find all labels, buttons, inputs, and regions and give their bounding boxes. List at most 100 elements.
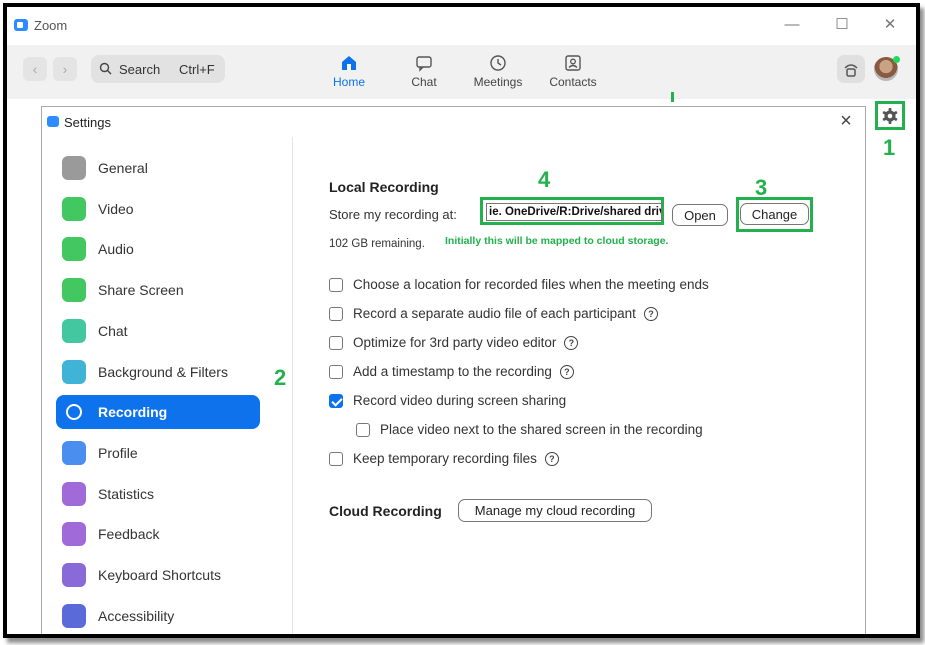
- wave-icon: [844, 64, 858, 77]
- annotation-tick: [671, 92, 674, 102]
- sidebar-item-recording[interactable]: Recording: [56, 395, 260, 430]
- video-icon: [62, 196, 86, 221]
- help-icon[interactable]: ?: [643, 307, 658, 322]
- keyboard-shortcuts-icon: [62, 563, 86, 587]
- zoom-window: Zoom — ☐ ✕ ‹ › Search Ctrl+F Home Chat M…: [3, 3, 920, 638]
- sidebar-item-label: Recording: [98, 404, 168, 421]
- recording-path-highlight: ie. OneDrive/R:Drive/shared drive: [480, 197, 664, 225]
- tab-meetings[interactable]: Meetings: [463, 53, 533, 89]
- annotation-2: 2: [274, 365, 287, 390]
- sidebar-item-share-screen[interactable]: Share Screen: [56, 273, 260, 307]
- option-label: Record video during screen sharing: [353, 393, 567, 408]
- sidebar-item-label: Share Screen: [98, 282, 184, 299]
- feedback-icon: [62, 522, 86, 547]
- tab-home-label: Home: [332, 75, 365, 89]
- cloud-recording-title: Cloud Recording: [329, 503, 442, 519]
- storage-remaining: 102 GB remaining.: [329, 238, 425, 250]
- top-toolbar: ‹ › Search Ctrl+F Home Chat Meetings Con…: [7, 45, 916, 99]
- sidebar-item-general[interactable]: General: [56, 151, 260, 185]
- settings-gear-button[interactable]: [875, 101, 905, 130]
- general-icon: [62, 156, 86, 180]
- search-bar[interactable]: Search Ctrl+F: [91, 55, 225, 83]
- option-label: Optimize for 3rd party video editor: [353, 335, 557, 350]
- help-icon[interactable]: ?: [564, 336, 579, 351]
- dialog-title-bar: Settings ×: [42, 107, 865, 137]
- search-shortcut: Ctrl+F: [179, 62, 215, 77]
- sidebar-item-label: Chat: [98, 322, 128, 339]
- option-label: Keep temporary recording files: [353, 451, 537, 466]
- close-window-button[interactable]: ✕: [878, 15, 902, 35]
- option-label: Add a timestamp to the recording: [353, 364, 552, 379]
- sidebar-item-label: Keyboard Shortcuts: [98, 567, 221, 583]
- option-checkbox[interactable]: [329, 452, 343, 466]
- sidebar-item-label: Audio: [98, 241, 134, 258]
- option-label: Place video next to the shared screen in…: [380, 422, 703, 437]
- statistics-icon: [62, 481, 86, 506]
- zoom-logo-icon: [14, 19, 28, 31]
- share-screen-icon: [62, 278, 86, 303]
- recording-icon: [66, 404, 82, 421]
- sidebar-item-audio[interactable]: Audio: [56, 232, 260, 266]
- contacts-icon: [565, 55, 581, 71]
- sidebar-item-keyboard-shortcuts[interactable]: Keyboard Shortcuts: [56, 558, 260, 592]
- back-button[interactable]: ‹: [23, 57, 47, 81]
- help-icon[interactable]: ?: [544, 452, 559, 467]
- sidebar-item-profile[interactable]: Profile: [56, 436, 260, 470]
- tab-meetings-label: Meetings: [473, 75, 523, 89]
- accessibility-icon: [62, 603, 86, 628]
- option-checkbox[interactable]: [329, 336, 343, 350]
- status-dot: [893, 56, 900, 63]
- option-checkbox[interactable]: [329, 394, 343, 408]
- recording-path-field[interactable]: ie. OneDrive/R:Drive/shared drive: [486, 203, 662, 221]
- tab-home[interactable]: Home: [314, 53, 384, 89]
- sidebar-item-chat[interactable]: Chat: [56, 314, 260, 348]
- sidebar-item-video[interactable]: Video: [56, 192, 260, 226]
- sidebar-item-label: Background & Filters: [98, 363, 228, 380]
- background-filters-icon: [62, 359, 86, 384]
- sidebar-item-label: Statistics: [98, 485, 155, 502]
- audio-icon: [62, 237, 86, 262]
- help-icon[interactable]: ?: [559, 365, 574, 380]
- dialog-title: Settings: [64, 115, 111, 130]
- store-label: Store my recording at:: [329, 207, 457, 222]
- tab-contacts[interactable]: Contacts: [538, 53, 608, 89]
- search-icon: [99, 62, 112, 75]
- clock-icon: [490, 55, 506, 71]
- chat-icon: [62, 318, 86, 343]
- option-label: Choose a location for recorded files whe…: [353, 277, 709, 292]
- chat-icon: [416, 56, 432, 72]
- open-button[interactable]: Open: [672, 204, 728, 226]
- local-recording-title: Local Recording: [329, 179, 439, 195]
- tab-chat[interactable]: Chat: [389, 53, 459, 89]
- presence-button[interactable]: [837, 55, 865, 83]
- sidebar-item-feedback[interactable]: Feedback: [56, 517, 260, 551]
- option-checkbox[interactable]: [329, 365, 343, 379]
- change-button[interactable]: Change: [740, 203, 809, 225]
- manage-cloud-recording-button[interactable]: Manage my cloud recording: [458, 499, 652, 522]
- sidebar-item-label: Video: [98, 200, 134, 217]
- sidebar-item-label: Profile: [98, 444, 138, 461]
- forward-button[interactable]: ›: [53, 57, 77, 81]
- tab-contacts-label: Contacts: [549, 75, 597, 89]
- settings-sidebar: General Video Audio Share Screen Chat Backgro…: [42, 137, 293, 634]
- storage-note: Initially this will be mapped to cloud s…: [445, 235, 669, 247]
- dialog-close-button[interactable]: ×: [835, 110, 857, 133]
- sidebar-item-accessibility[interactable]: Accessibility: [56, 599, 260, 633]
- option-checkbox[interactable]: [329, 278, 343, 292]
- zoom-logo-icon: [47, 116, 59, 127]
- sidebar-item-label: Accessibility: [98, 607, 175, 624]
- minimize-button[interactable]: —: [780, 15, 804, 35]
- option-checkbox[interactable]: [356, 423, 370, 437]
- settings-dialog: Settings × General Video Audio Share Screen…: [41, 106, 866, 634]
- tab-chat-label: Chat: [411, 75, 437, 89]
- option-checkbox[interactable]: [329, 307, 343, 321]
- annotation-4: 4: [538, 167, 551, 192]
- annotation-1: 1: [883, 135, 896, 160]
- app-title: Zoom: [34, 18, 68, 33]
- profile-icon: [62, 440, 86, 465]
- maximize-button[interactable]: ☐: [830, 15, 854, 35]
- sidebar-item-statistics[interactable]: Statistics: [56, 477, 260, 511]
- sidebar-item-label: General: [98, 160, 148, 176]
- search-label: Search: [119, 62, 161, 77]
- sidebar-item-background-filters[interactable]: Background & Filters: [56, 355, 260, 389]
